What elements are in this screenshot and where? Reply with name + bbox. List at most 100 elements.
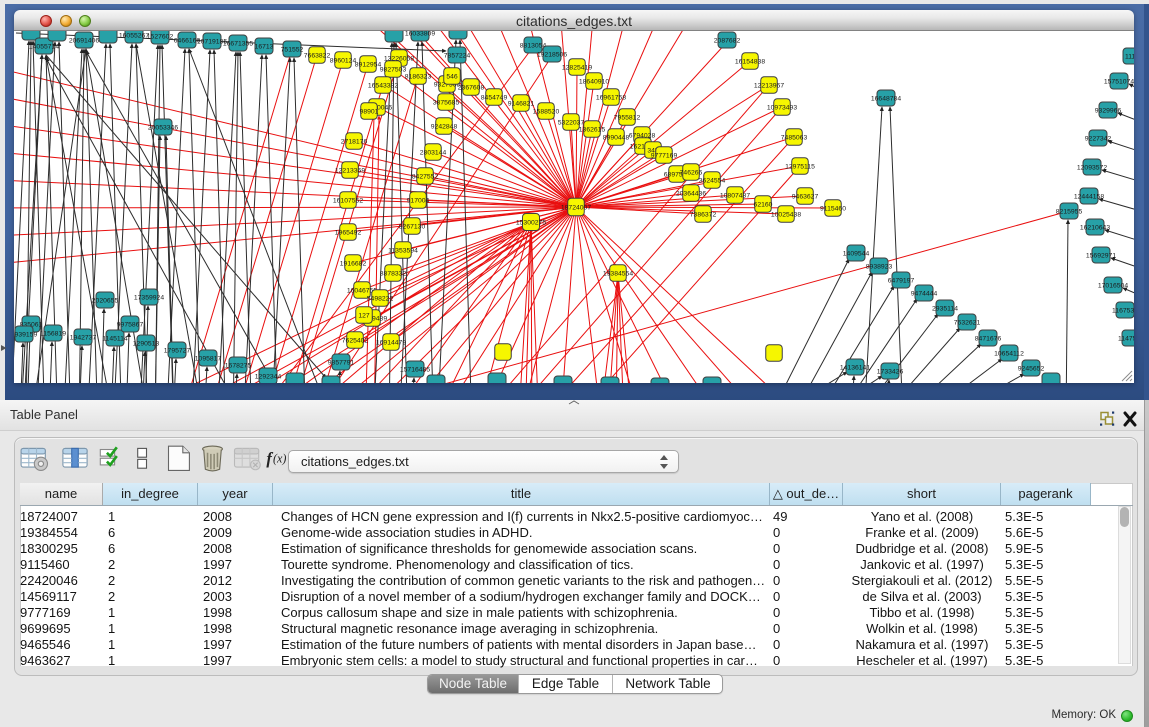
svg-text:1290513: 1290513 [133,340,160,347]
svg-text:16033809: 16033809 [405,31,435,37]
svg-text:2367608: 2367608 [458,84,485,91]
svg-text:8454749: 8454749 [481,94,508,101]
svg-text:8960124: 8960124 [330,57,357,64]
svg-text:12093572: 12093572 [1077,164,1107,171]
svg-text:9827503: 9827503 [380,66,407,73]
svg-text:1678275: 1678275 [225,362,252,369]
svg-text:16107552: 16107552 [333,197,363,204]
svg-text:546: 546 [446,73,458,80]
svg-text:12975115: 12975115 [785,163,815,170]
svg-text:8990448: 8990448 [603,134,630,141]
svg-text:1362615: 1362615 [579,126,606,133]
svg-text:8878332: 8878332 [380,270,407,277]
svg-text:20053346: 20053346 [148,124,178,131]
svg-text:9463627: 9463627 [792,193,819,200]
svg-text:8938923: 8938923 [866,263,893,270]
svg-text:1795727: 1795727 [164,347,191,354]
svg-text:8813054: 8813054 [520,42,547,49]
svg-text:6479197: 6479197 [888,277,915,284]
svg-text:12444158: 12444158 [1074,193,1104,200]
svg-text:16210643: 16210643 [1080,224,1110,231]
svg-text:62160: 62160 [754,201,773,208]
svg-text:1916682: 1916682 [340,260,367,267]
svg-text:10025438: 10025438 [771,211,801,218]
svg-text:9777169: 9777169 [651,152,678,159]
svg-text:11353594: 11353594 [388,247,418,254]
svg-text:(x): (x) [273,452,286,466]
svg-text:1939159: 1939159 [14,331,37,338]
svg-text:10807487: 10807487 [720,192,750,199]
svg-text:1409544: 1409544 [843,250,870,257]
svg-text:9474444: 9474444 [911,290,938,297]
svg-text:18724007: 18724007 [561,204,591,211]
svg-text:1527602: 1527602 [147,33,174,40]
svg-text:751552: 751552 [281,46,304,53]
svg-text:1733426: 1733426 [877,368,904,375]
svg-text:8427552: 8427552 [412,173,439,180]
svg-text:8186323: 8186323 [405,73,432,80]
svg-text:16154838: 16154838 [735,58,765,65]
svg-text:16671355: 16671355 [223,40,253,47]
svg-text:9329966: 9329966 [1095,107,1122,114]
svg-text:14136141: 14136141 [840,364,870,371]
svg-text:3624554: 3624554 [699,177,726,184]
svg-text:8912954: 8912954 [355,61,382,68]
svg-text:1167533: 1167533 [1112,307,1134,314]
svg-text:16961758: 16961758 [596,94,626,101]
svg-text:8267130: 8267130 [399,223,426,230]
svg-text:2803144: 2803144 [420,149,447,156]
svg-text:9115460: 9115460 [820,205,846,212]
svg-text:7485063: 7485063 [781,134,808,141]
svg-text:7632621: 7632621 [954,319,981,326]
svg-text:15692971: 15692971 [1086,252,1116,259]
svg-text:8215955: 8215955 [1056,208,1083,215]
svg-text:19384554: 19384554 [603,270,633,277]
svg-text:12825419: 12825419 [562,64,592,71]
svg-text:9146821: 9146821 [508,100,535,107]
svg-text:7386372: 7386372 [690,211,717,218]
svg-text:14055714: 14055714 [29,43,59,50]
svg-text:9245652: 9245652 [1018,365,1045,372]
svg-text:9227342: 9227342 [1085,135,1112,142]
svg-text:98901: 98901 [360,108,379,115]
svg-text:16055267: 16055267 [119,32,149,39]
svg-text:5322037: 5322037 [558,119,585,126]
svg-text:1588520: 1588520 [533,108,560,115]
svg-text:7663822: 7663822 [304,52,331,59]
svg-text:1292344: 1292344 [255,373,282,380]
svg-text:5498222: 5498222 [367,295,394,302]
svg-text:12213369: 12213369 [335,167,365,174]
svg-text:917004: 917004 [407,197,430,204]
svg-text:2020655: 2020655 [92,297,119,304]
svg-text:15300275: 15300275 [516,219,546,226]
svg-text:15751074: 15751074 [1104,78,1134,85]
svg-text:18640910: 18640910 [579,78,609,85]
svg-text:19218506: 19218506 [537,51,567,58]
svg-text:7857224: 7857224 [444,52,471,59]
svg-text:16914479: 16914479 [376,339,406,346]
svg-text:12213967: 12213967 [754,82,784,89]
svg-text:746266: 746266 [680,169,703,176]
svg-text:16648784: 16648784 [871,95,901,102]
svg-text:9857791: 9857791 [328,359,355,366]
svg-text:1112: 1112 [1125,53,1134,60]
svg-text:7955812: 7955812 [614,114,641,121]
svg-text:2087682: 2087682 [714,37,741,44]
svg-text:8471676: 8471676 [975,335,1002,342]
svg-text:2935114: 2935114 [932,305,958,312]
svg-text:1156819: 1156819 [40,330,66,337]
svg-text:1147534: 1147534 [1118,335,1134,342]
svg-text:20364436: 20364436 [676,190,706,197]
svg-text:1942737: 1942737 [70,334,97,341]
svg-text:10654112: 10654112 [994,350,1024,357]
svg-text:1965492: 1965492 [335,229,362,236]
svg-text:2718176: 2718176 [341,138,368,145]
svg-text:9975867: 9975867 [117,321,144,328]
svg-text:10973493: 10973493 [767,104,797,111]
svg-text:17016504: 17016504 [1098,282,1128,289]
svg-text:9242848: 9242848 [431,123,458,130]
svg-text:20691406: 20691406 [69,37,99,44]
svg-text:1095817: 1095817 [195,355,222,362]
svg-text:16543382: 16543382 [368,82,398,89]
svg-text:7625402: 7625402 [342,337,369,344]
